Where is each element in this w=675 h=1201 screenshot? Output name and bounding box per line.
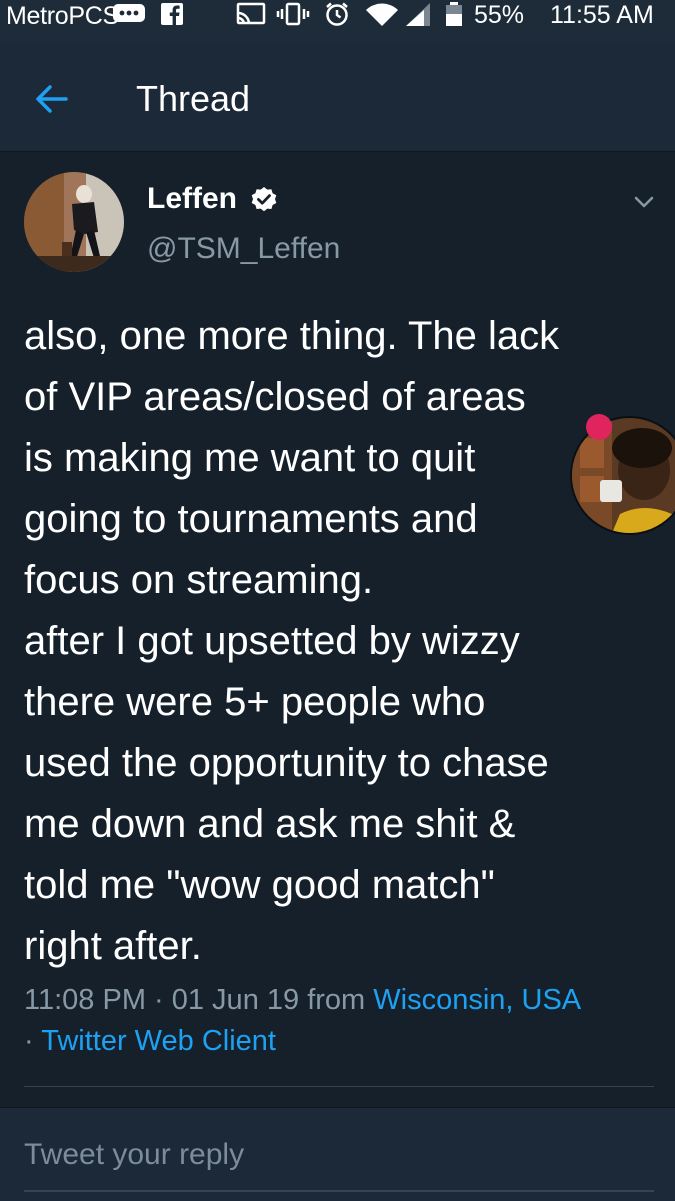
notification-badge <box>586 414 612 440</box>
chat-head-bubble[interactable] <box>572 418 675 533</box>
vibrate-icon <box>276 2 310 26</box>
signal-icon <box>406 3 430 26</box>
app-header: Thread <box>0 44 675 152</box>
status-clock: 11:55 AM <box>550 1 654 29</box>
tweet-timestamp: 11:08 PM · 01 Jun 19 from <box>24 984 366 1016</box>
arrow-left-icon[interactable] <box>30 78 72 120</box>
chat-head-photo <box>572 418 675 533</box>
carrier-label: MetroPCS <box>6 2 119 30</box>
cast-icon <box>236 2 266 25</box>
location-link[interactable]: Wisconsin, USA <box>373 984 581 1016</box>
battery-percent: 55% <box>474 1 525 29</box>
tweet-text-line: there were 5+ people who <box>24 680 486 724</box>
alarm-icon <box>326 2 348 26</box>
author-handle[interactable]: @TSM_Leffen <box>147 232 340 266</box>
meta-separator: · <box>24 1025 34 1057</box>
battery-icon <box>446 2 462 26</box>
tweet-text-line: right after. <box>24 924 202 968</box>
tweet-text-line: after I got upsetted by wizzy <box>24 619 520 663</box>
reply-input[interactable] <box>24 1138 644 1172</box>
chat-bubble-icon <box>113 4 145 22</box>
author-name[interactable]: Leffen <box>147 182 237 216</box>
tweet-text-line: used the opportunity to chase <box>24 741 549 785</box>
chevron-down-icon[interactable] <box>630 188 658 216</box>
client-link[interactable]: Twitter Web Client <box>41 1025 276 1057</box>
divider <box>24 1086 654 1087</box>
tweet-text: also, one more thing. The lack of VIP ar… <box>24 306 664 977</box>
avatar-photo <box>24 172 124 272</box>
tweet-text-line: me down and ask me shit & <box>24 802 516 846</box>
tweet-text-line: focus on streaming. <box>24 558 374 602</box>
tweet-text-line: is making me want to quit <box>24 436 476 480</box>
status-bar: MetroPCS 55% 11:55 AM <box>0 0 675 44</box>
reply-underline <box>24 1190 654 1192</box>
reply-bar <box>0 1107 675 1201</box>
verified-badge-icon <box>251 187 277 212</box>
tweet-text-line: told me "wow good match" <box>24 863 495 907</box>
avatar[interactable] <box>24 172 124 272</box>
tweet-text-line: also, one more thing. The lack <box>24 314 560 358</box>
tweet-meta: 11:08 PM · 01 Jun 19 from Wisconsin, USA… <box>24 980 664 1062</box>
tweet-text-line: going to tournaments and <box>24 497 478 541</box>
wifi-icon <box>366 3 398 26</box>
page-title: Thread <box>136 78 251 119</box>
tweet-text-line: of VIP areas/closed of areas <box>24 375 526 419</box>
facebook-icon <box>161 3 183 25</box>
